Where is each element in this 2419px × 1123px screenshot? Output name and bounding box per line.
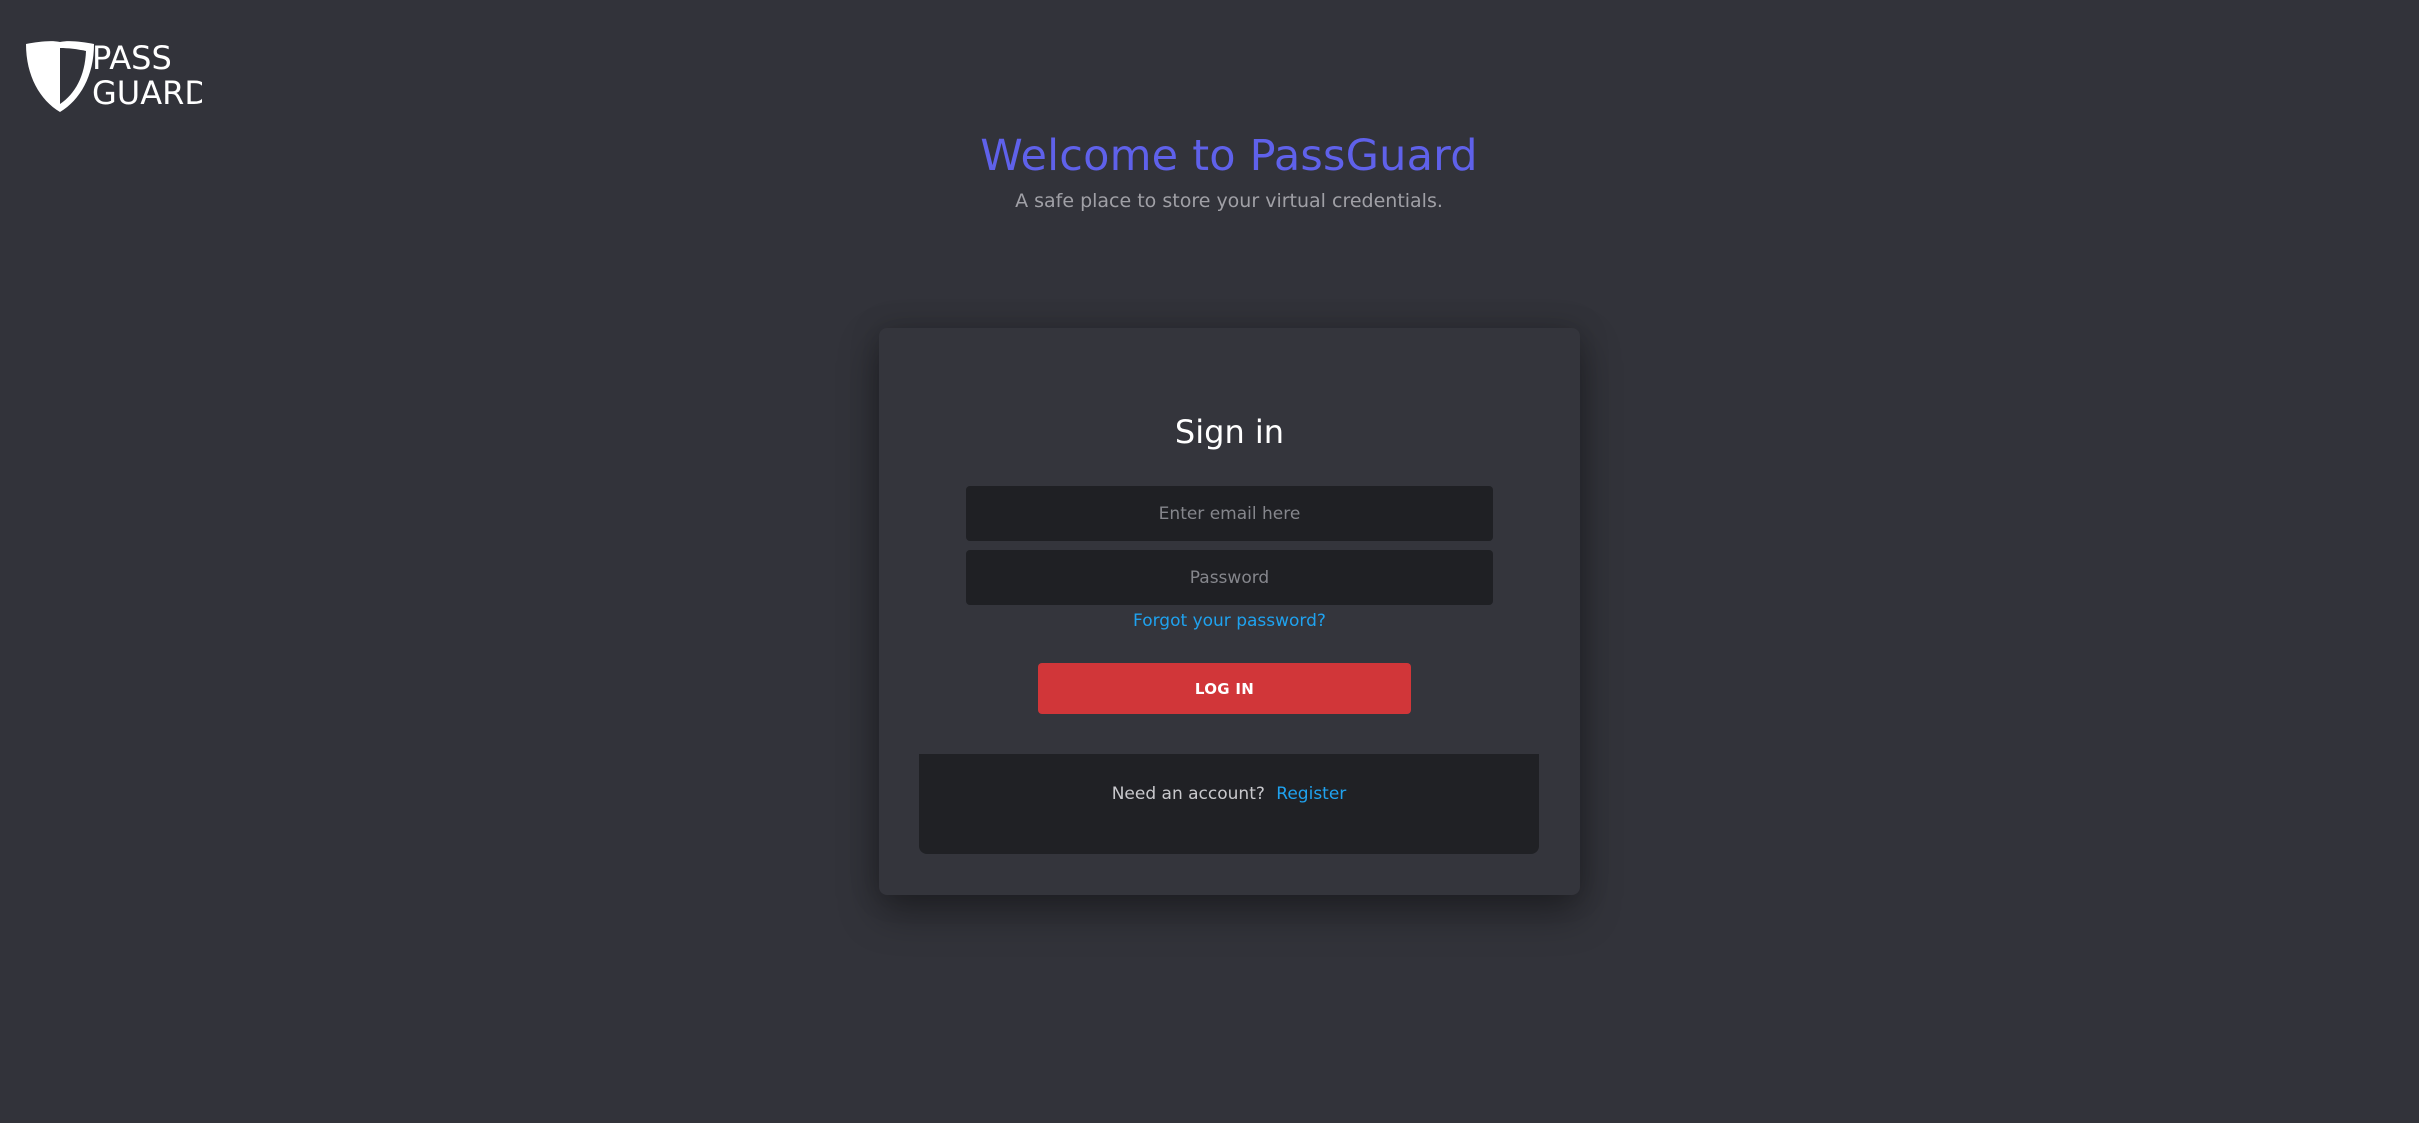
password-input[interactable] — [966, 550, 1493, 605]
email-input[interactable] — [966, 486, 1493, 541]
sign-in-card: Sign in Forgot your password? LOG IN Nee… — [879, 328, 1580, 895]
sign-in-title: Sign in — [1174, 413, 1285, 451]
hero-header: Welcome to PassGuard A safe place to sto… — [0, 128, 2419, 214]
logo-text-pass: PASS — [92, 40, 172, 77]
log-in-button[interactable]: LOG IN — [1038, 663, 1411, 714]
login-page: PASS GUARD Welcome to PassGuard A safe p… — [0, 0, 2419, 1123]
page-title: Welcome to PassGuard — [980, 131, 1478, 181]
page-subtitle: A safe place to store your virtual crede… — [1015, 190, 1443, 212]
register-footer: Need an account? Register — [919, 754, 1539, 854]
logo-text-guard: GUARD — [92, 74, 202, 112]
register-link[interactable]: Register — [1276, 784, 1346, 804]
forgot-password-link[interactable]: Forgot your password? — [879, 609, 1580, 633]
register-prompt-row: Need an account? Register — [919, 782, 1539, 806]
need-account-text: Need an account? — [1111, 784, 1265, 804]
shield-icon: PASS GUARD — [26, 40, 202, 113]
passguard-logo[interactable]: PASS GUARD — [24, 40, 202, 114]
